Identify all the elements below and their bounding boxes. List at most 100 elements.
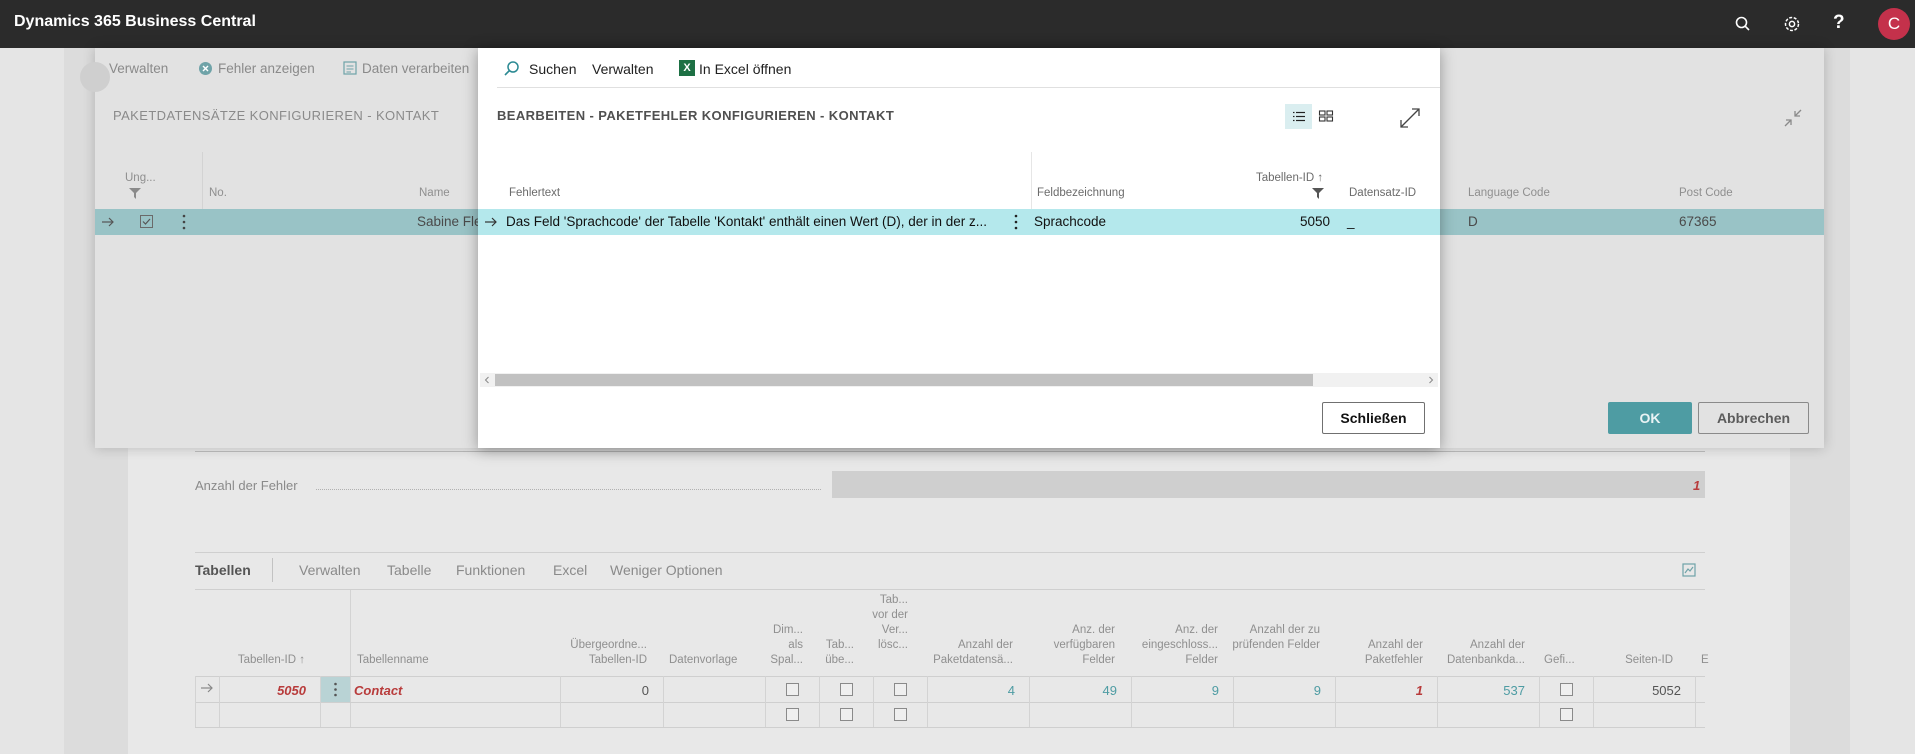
- error-count-label: Anzahl der Fehler: [195, 478, 298, 493]
- cell-parent-table-id: 0: [641, 683, 649, 698]
- checkbox-tab-ueber[interactable]: [840, 683, 853, 696]
- invalid-checkbox[interactable]: [140, 215, 153, 228]
- col-feldbezeichnung[interactable]: Feldbezeichnung: [1037, 187, 1125, 199]
- filter-icon[interactable]: [129, 188, 141, 199]
- errors-dialog-title: BEARBEITEN - PAKETFEHLER KONFIGURIEREN -…: [497, 108, 895, 123]
- cell-record-id[interactable]: _: [1347, 214, 1355, 229]
- scrollbar-thumb[interactable]: [495, 374, 1313, 386]
- chevron-left-icon[interactable]: [483, 376, 491, 384]
- col-tab-vor-loeschen[interactable]: Tab... vor der Ver... lösc...: [870, 593, 908, 653]
- action-verwalten[interactable]: Verwalten: [109, 61, 168, 76]
- search-icon[interactable]: [1733, 14, 1753, 34]
- avatar[interactable]: C: [1878, 8, 1910, 40]
- divider: [195, 676, 1705, 677]
- checkbox-dim-als-spalten[interactable]: [786, 708, 799, 721]
- tab-tabelle[interactable]: Tabelle: [387, 562, 431, 578]
- expand-icon[interactable]: [1398, 106, 1422, 130]
- cell-fields-to-validate[interactable]: 9: [1236, 683, 1321, 698]
- cell-included-fields[interactable]: 9: [1134, 683, 1219, 698]
- tab-weniger-optionen[interactable]: Weniger Optionen: [610, 562, 723, 578]
- checkbox-gefiltert[interactable]: [1560, 683, 1573, 696]
- help-icon[interactable]: ?: [1833, 12, 1853, 33]
- more-icon[interactable]: [1013, 213, 1019, 231]
- process-icon: [342, 60, 358, 76]
- col-fehlertext[interactable]: Fehlertext: [509, 187, 560, 199]
- col-tabellen-id[interactable]: Tabellen-ID ↑: [1256, 172, 1323, 184]
- col-gefiltert[interactable]: Gefi...: [1544, 653, 1584, 668]
- divider: [1233, 676, 1234, 727]
- checkbox-dim-als-spalten[interactable]: [786, 683, 799, 696]
- col-parent-table-id[interactable]: Übergeordne... Tabellen-ID: [560, 638, 647, 668]
- arrow-icon: [200, 682, 214, 694]
- col-language-code[interactable]: Language Code: [1468, 187, 1550, 199]
- action-fehler-anzeigen[interactable]: Fehler anzeigen: [218, 61, 315, 76]
- arrow-icon: [101, 216, 115, 228]
- cell-post-code[interactable]: 67365: [1679, 214, 1717, 229]
- col-available-fields[interactable]: Anz. der verfügbaren Felder: [1030, 623, 1115, 668]
- cell-name[interactable]: Sabine Fle: [417, 214, 482, 229]
- share-icon[interactable]: [1682, 563, 1696, 577]
- col-tab-ueber[interactable]: Tab... übe...: [818, 638, 854, 668]
- back-button[interactable]: [80, 62, 110, 92]
- divider: [1695, 676, 1696, 727]
- cell-pkg-records[interactable]: 4: [930, 683, 1015, 698]
- divider: [873, 676, 874, 727]
- col-seiten-id[interactable]: Seiten-ID: [1605, 653, 1673, 668]
- col-db-records[interactable]: Anzahl der Datenbankda...: [1432, 638, 1525, 668]
- action-in-excel-oeffnen[interactable]: In Excel öffnen: [699, 61, 791, 77]
- divider: [927, 676, 928, 727]
- gear-icon[interactable]: [1782, 14, 1802, 34]
- checkbox-gefiltert[interactable]: [1560, 708, 1573, 721]
- col-pkg-errors[interactable]: Anzahl der Paketfehler: [1338, 638, 1423, 668]
- action-verwalten[interactable]: Verwalten: [592, 61, 653, 77]
- cell-pkg-errors[interactable]: 1: [1338, 683, 1423, 698]
- col-pkg-records[interactable]: Anzahl der Paketdatensä...: [918, 638, 1013, 668]
- cell-table-name[interactable]: Contact: [354, 683, 402, 698]
- divider: [819, 676, 820, 727]
- action-suchen[interactable]: Suchen: [529, 61, 576, 77]
- cell-field-caption[interactable]: Sprachcode: [1034, 214, 1106, 229]
- checkbox-tab-vor-loeschen[interactable]: [894, 683, 907, 696]
- error-count-value[interactable]: 1: [1693, 478, 1700, 493]
- col-name[interactable]: Name: [419, 187, 450, 199]
- tab-tabellen[interactable]: Tabellen: [195, 562, 251, 578]
- cell-available-fields[interactable]: 49: [1032, 683, 1117, 698]
- list-view-icon[interactable]: [1285, 104, 1312, 129]
- chevron-right-icon[interactable]: [1427, 376, 1435, 384]
- col-datenvorlage[interactable]: Datenvorlage: [669, 653, 759, 668]
- cell-error-text[interactable]: Das Feld 'Sprachcode' der Tabelle 'Konta…: [506, 214, 1000, 229]
- col-fields-to-validate[interactable]: Anzahl der zu prüfenden Felder: [1232, 623, 1320, 653]
- col-included-fields[interactable]: Anz. der eingeschloss... Felder: [1130, 623, 1218, 668]
- cell-db-records[interactable]: 537: [1440, 683, 1525, 698]
- divider: [1131, 676, 1132, 727]
- cell-table-id[interactable]: 5050: [1240, 214, 1330, 229]
- cell-language-code[interactable]: D: [1468, 214, 1478, 229]
- cancel-button[interactable]: Abbrechen: [1698, 402, 1809, 434]
- ok-button[interactable]: OK: [1608, 402, 1692, 434]
- action-daten-verarbeiten[interactable]: Daten verarbeiten: [362, 61, 469, 76]
- checkbox-tab-vor-loeschen[interactable]: [894, 708, 907, 721]
- cell-table-id[interactable]: 5050: [220, 683, 306, 698]
- tab-verwalten[interactable]: Verwalten: [299, 562, 360, 578]
- close-button[interactable]: Schließen: [1322, 402, 1425, 434]
- col-no[interactable]: No.: [209, 187, 227, 199]
- error-count-field[interactable]: [832, 471, 1705, 498]
- col-more[interactable]: E: [1701, 653, 1711, 668]
- col-dim-als-spalten[interactable]: Dim... als Spal...: [767, 623, 803, 668]
- tab-excel[interactable]: Excel: [553, 562, 587, 578]
- more-icon[interactable]: [181, 213, 187, 231]
- divider: [195, 552, 1705, 553]
- tile-view-icon[interactable]: [1318, 108, 1334, 124]
- collapse-icon[interactable]: [1782, 107, 1804, 129]
- error-icon: [198, 61, 213, 76]
- checkbox-tab-ueber[interactable]: [840, 708, 853, 721]
- more-icon[interactable]: [321, 677, 350, 702]
- divider: [195, 589, 1705, 590]
- col-post-code[interactable]: Post Code: [1679, 187, 1733, 199]
- col-datensatz-id[interactable]: Datensatz-ID: [1349, 187, 1416, 199]
- filter-icon[interactable]: [1312, 188, 1324, 199]
- tab-funktionen[interactable]: Funktionen: [456, 562, 525, 578]
- col-tabellen-id[interactable]: Tabellen-ID ↑: [205, 653, 305, 668]
- col-tabellenname[interactable]: Tabellenname: [357, 653, 477, 668]
- col-invalid[interactable]: Ung...: [125, 172, 156, 184]
